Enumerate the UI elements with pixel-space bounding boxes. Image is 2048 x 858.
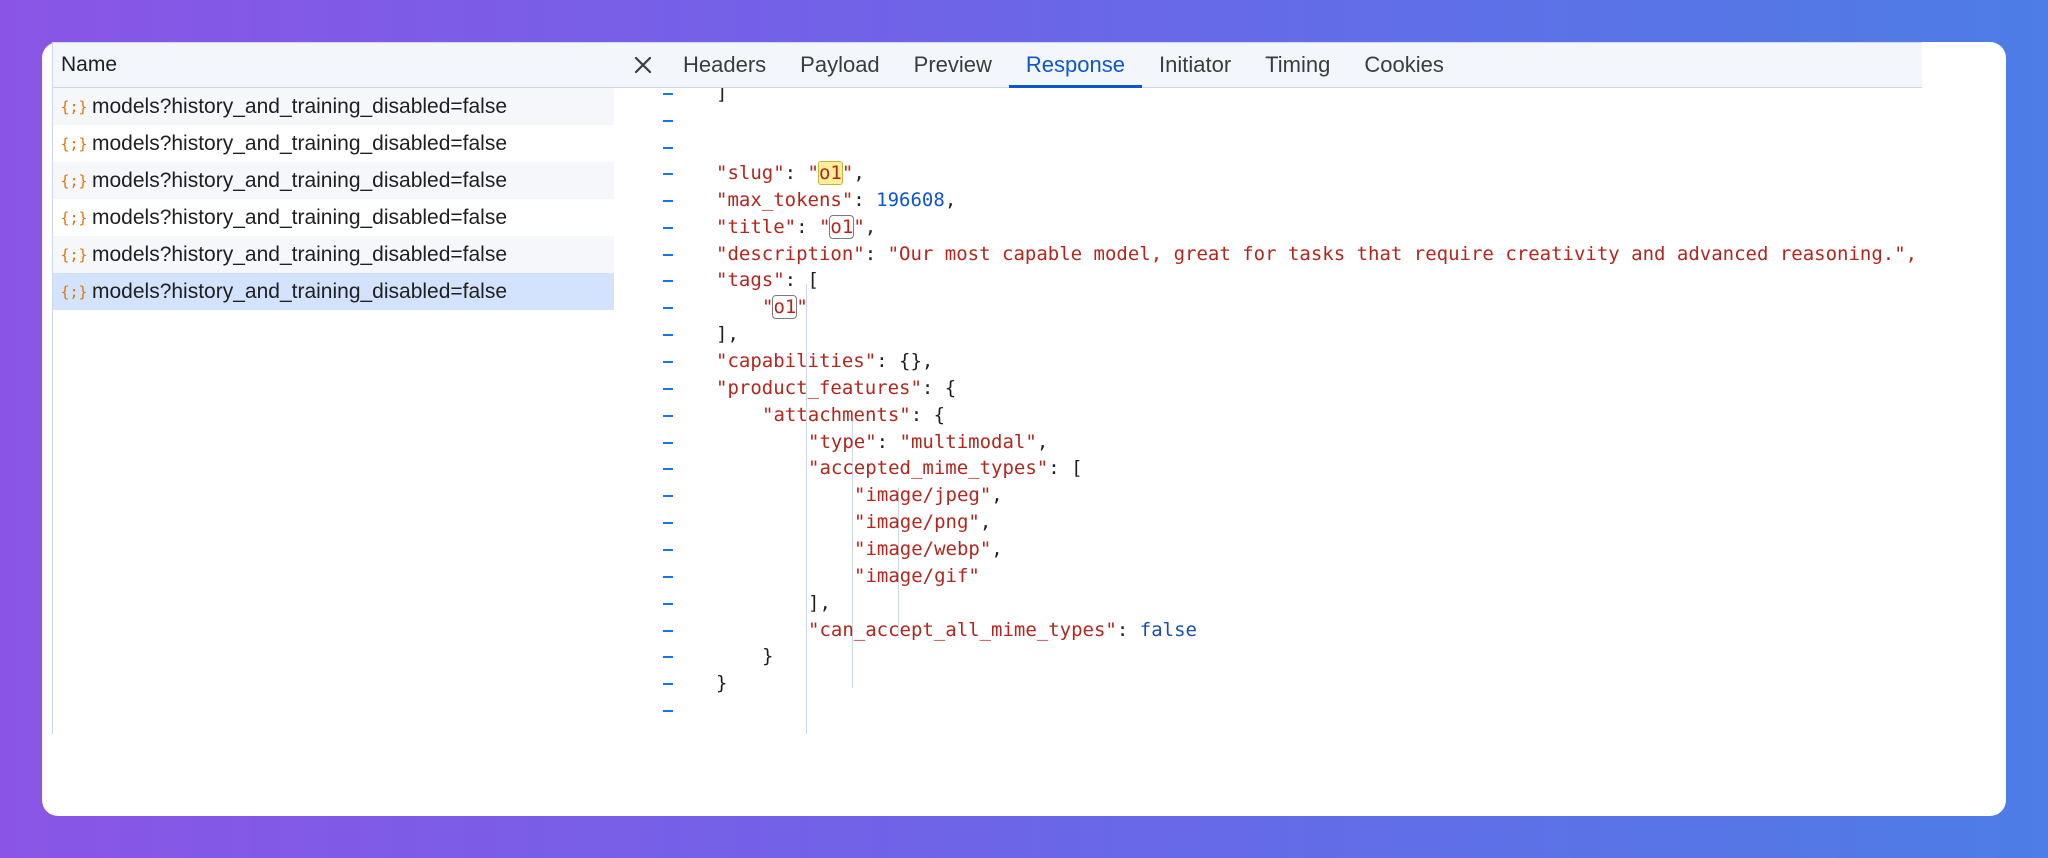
request-name: models?history_and_training_disabled=fal… xyxy=(92,168,508,192)
name-column-header[interactable]: Name xyxy=(53,42,614,88)
tab-initiator[interactable]: Initiator xyxy=(1142,43,1248,87)
request-list: Name {;} models?history_and_training_dis… xyxy=(52,42,615,734)
search-match-highlight: o1 xyxy=(817,161,843,185)
response-viewer[interactable]: ] "slug": "o1", "max_tokens": 196608, "t… xyxy=(614,88,1922,734)
request-name: models?history_and_training_disabled=fal… xyxy=(92,279,508,303)
request-row-selected[interactable]: {;} models?history_and_training_disabled… xyxy=(53,273,614,310)
json-braces-icon: {;} xyxy=(62,207,86,229)
close-icon xyxy=(634,56,652,74)
name-column-label: Name xyxy=(61,53,118,76)
request-row[interactable]: {;} models?history_and_training_disabled… xyxy=(53,199,614,236)
json-braces-icon: {;} xyxy=(62,281,86,303)
request-row[interactable]: {;} models?history_and_training_disabled… xyxy=(53,88,614,125)
search-match: o1 xyxy=(772,295,798,319)
tab-timing[interactable]: Timing xyxy=(1248,43,1347,87)
tab-cookies[interactable]: Cookies xyxy=(1347,43,1460,87)
request-row[interactable]: {;} models?history_and_training_disabled… xyxy=(53,236,614,273)
search-match: o1 xyxy=(829,215,855,239)
json-braces-icon: {;} xyxy=(62,96,86,118)
detail-tabbar: Headers Payload Preview Response Initiat… xyxy=(614,42,1922,88)
tab-preview[interactable]: Preview xyxy=(897,43,1009,87)
svg-text:{;}: {;} xyxy=(62,246,86,264)
request-detail: Headers Payload Preview Response Initiat… xyxy=(614,42,1922,734)
tab-response[interactable]: Response xyxy=(1008,43,1143,88)
svg-text:{;}: {;} xyxy=(62,209,86,227)
request-row[interactable]: {;} models?history_and_training_disabled… xyxy=(53,162,614,199)
tab-payload[interactable]: Payload xyxy=(783,43,897,87)
json-braces-icon: {;} xyxy=(62,170,86,192)
request-row[interactable]: {;} models?history_and_training_disabled… xyxy=(53,125,614,162)
svg-text:{;}: {;} xyxy=(62,98,86,116)
indent-guide xyxy=(806,396,807,734)
svg-text:{;}: {;} xyxy=(62,283,86,301)
request-name: models?history_and_training_disabled=fal… xyxy=(92,205,508,229)
request-name: models?history_and_training_disabled=fal… xyxy=(92,94,508,118)
request-name: models?history_and_training_disabled=fal… xyxy=(92,242,508,266)
close-detail-button[interactable] xyxy=(620,43,666,87)
request-name: models?history_and_training_disabled=fal… xyxy=(92,131,508,155)
devtools-network-panel: Name {;} models?history_and_training_dis… xyxy=(52,42,1922,734)
json-braces-icon: {;} xyxy=(62,244,86,266)
svg-text:{;}: {;} xyxy=(62,172,86,190)
tab-headers[interactable]: Headers xyxy=(666,43,783,87)
svg-text:{;}: {;} xyxy=(62,135,86,153)
json-braces-icon: {;} xyxy=(62,133,86,155)
